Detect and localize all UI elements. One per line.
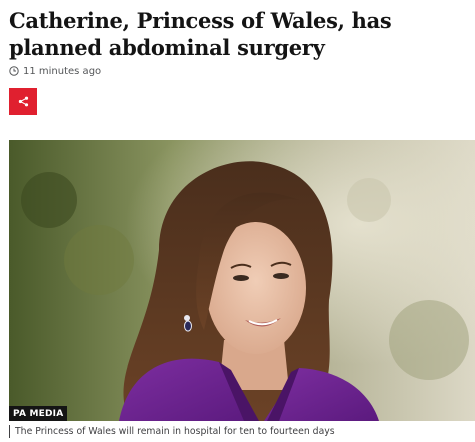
clock-icon: [9, 66, 19, 76]
article-photo: PA MEDIA: [9, 140, 475, 421]
article-headline: Catherine, Princess of Wales, has planne…: [9, 8, 392, 60]
photo-illustration: [9, 140, 475, 421]
photo-credit: PA MEDIA: [9, 406, 68, 421]
article-timestamp: 11 minutes ago: [23, 65, 102, 77]
article-meta: 11 minutes ago: [9, 64, 101, 78]
share-icon: [18, 96, 28, 107]
photo-caption: The Princess of Wales will remain in hos…: [9, 425, 335, 438]
share-button[interactable]: [9, 88, 37, 115]
